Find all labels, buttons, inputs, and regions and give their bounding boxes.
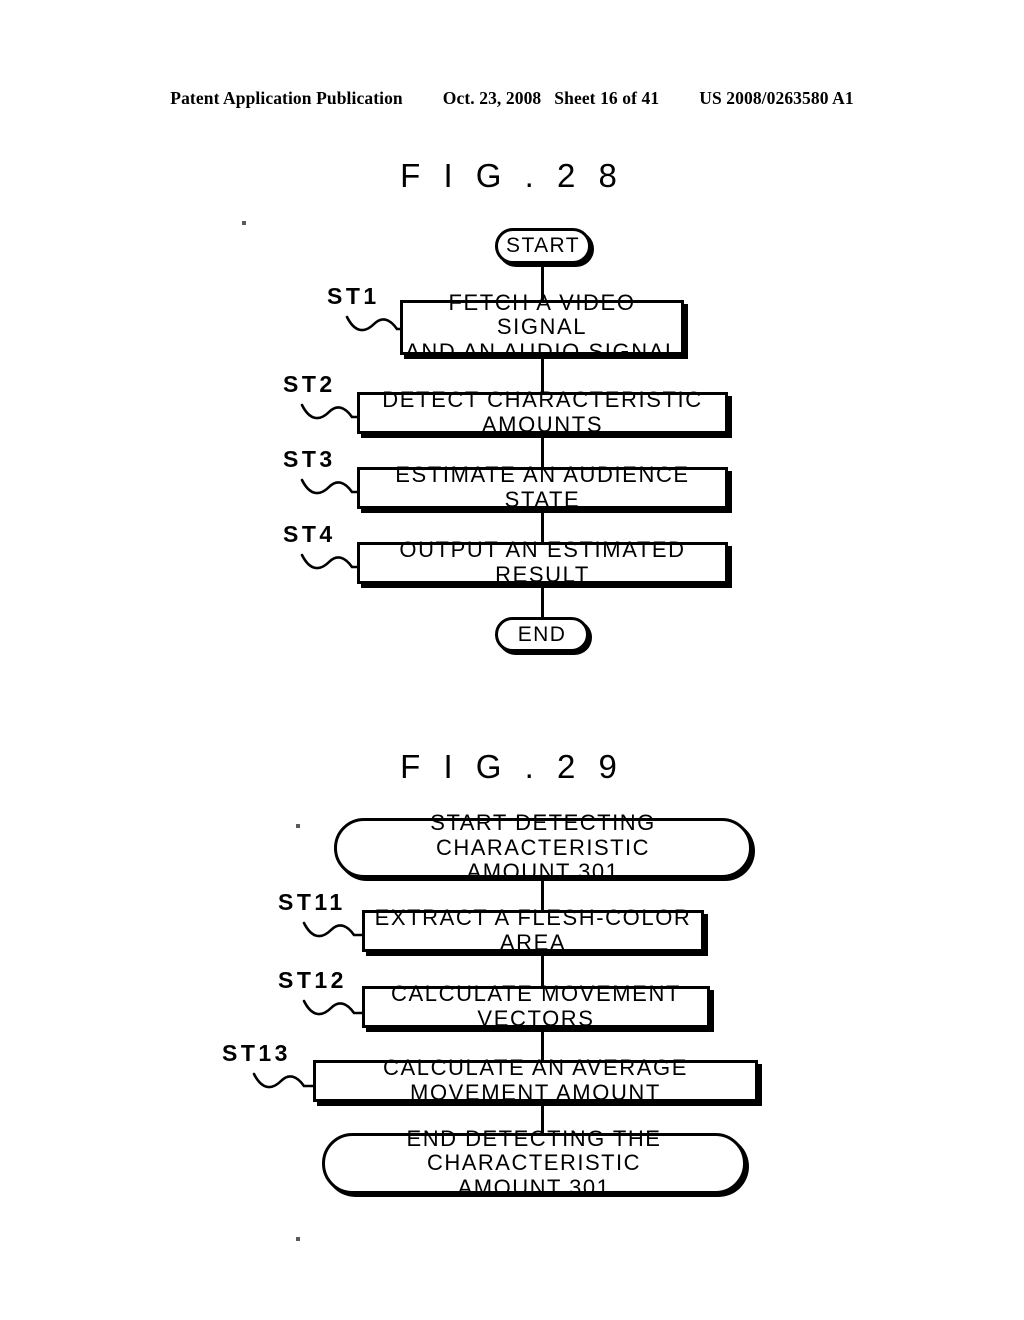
fig29-leader-st11 [302,921,368,938]
fig29-leader-st12 [302,999,368,1016]
fig28-end-label: END [517,622,567,646]
fig29-step-st11-text: EXTRACT A FLESH-COLOR AREA [374,905,692,955]
fig28-ref-st3: ST3 [283,446,336,472]
fig28-step-st2: DETECT CHARACTERISTIC AMOUNTS [357,387,728,437]
header-document-number: US 2008/0263580 A1 [699,88,854,108]
header-sheet-number: Sheet 16 of 41 [554,88,660,108]
fig28-ref-st2: ST2 [283,371,336,397]
fig29-start-terminal: START DETECTING CHARACTERISTIC AMOUNT 30… [334,810,752,884]
fig29-end-label: END DETECTING THE CHARACTERISTIC AMOUNT … [406,1125,662,1200]
fig28-start-terminal: START [495,228,591,264]
fig28-step-st4-text: OUTPUT AN ESTIMATED RESULT [399,537,686,587]
fig29-step-st13-text: CALCULATE AN AVERAGE MOVEMENT AMOUNT [382,1055,689,1105]
fig29-ref-st11: ST11 [278,889,346,915]
figure-29-title: F I G . 2 9 [400,748,624,785]
fig29-start-label: START DETECTING CHARACTERISTIC AMOUNT 30… [430,810,656,885]
fig28-ref-st1: ST1 [327,283,380,309]
header-date: Oct. 23, 2008 [442,88,542,108]
fig28-end-terminal: END [495,617,589,652]
figure-28-title: F I G . 2 8 [400,157,624,194]
scan-speck-2 [296,824,300,828]
fig29-step-st12-text: CALCULATE MOVEMENT VECTORS [391,981,681,1031]
fig28-step-st3: ESTIMATE AN AUDIENCE STATE [357,462,728,512]
page-header: Patent Application Publication Oct. 23, … [0,88,1024,109]
fig29-step-st12: CALCULATE MOVEMENT VECTORS [362,981,710,1031]
fig29-ref-st13: ST13 [222,1040,291,1066]
fig28-start-label: START [506,234,580,258]
fig29-ref-st12: ST12 [278,967,347,993]
fig28-step-st1: FETCH A VIDEO SIGNAL AND AN AUDIO SIGNAL [400,290,684,364]
fig29-step-st13: CALCULATE AN AVERAGE MOVEMENT AMOUNT [313,1055,758,1105]
fig29-leader-st13 [252,1072,318,1089]
fig28-connector-st4-end [541,583,544,618]
fig29-step-st11: EXTRACT A FLESH-COLOR AREA [362,905,704,955]
fig28-step-st4: OUTPUT AN ESTIMATED RESULT [357,537,728,587]
fig28-step-st3-text: ESTIMATE AN AUDIENCE STATE [395,462,690,512]
fig29-end-terminal: END DETECTING THE CHARACTERISTIC AMOUNT … [322,1126,746,1200]
scan-speck-3 [296,1237,300,1241]
scan-speck [242,221,246,225]
header-publication: Patent Application Publication [170,88,403,108]
fig28-step-st2-text: DETECT CHARACTERISTIC AMOUNTS [382,387,703,437]
fig28-ref-st4: ST4 [283,521,336,547]
